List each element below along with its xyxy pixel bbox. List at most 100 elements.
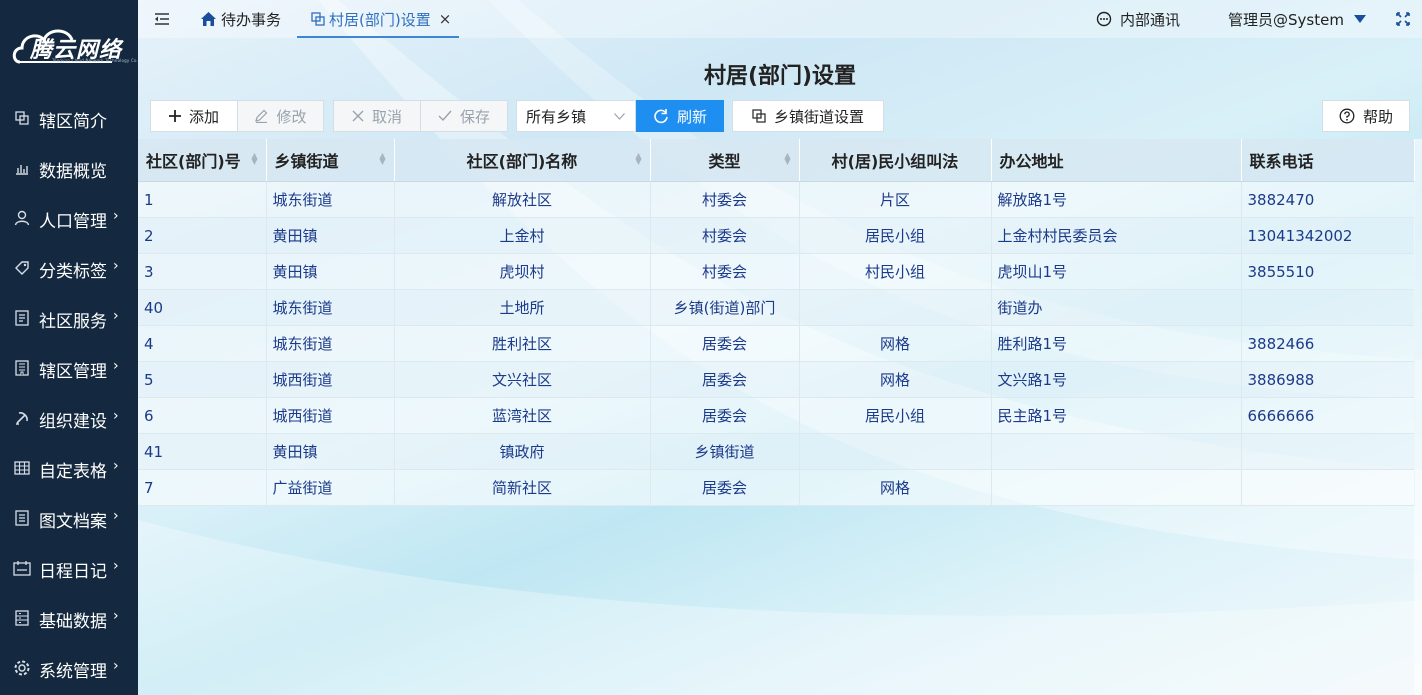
table-cell[interactable]: 虎坝村 [394,253,651,290]
sidebar-item-10[interactable]: 基础数据 › [0,599,138,639]
sidebar-item-5[interactable]: 辖区管理 › [0,349,138,389]
table-cell[interactable]: 居委会 [650,361,800,398]
table-cell[interactable]: 解放社区 [394,181,651,218]
tab-todo[interactable]: 待办事务 [200,0,281,38]
table-cell[interactable]: 简新社区 [394,469,651,506]
table-cell[interactable]: 乡镇街道 [650,433,800,470]
column-header-address[interactable]: 办公地址 [991,139,1242,182]
table-cell[interactable]: 民主路1号 [991,397,1242,434]
table-cell[interactable]: 黄田镇 [266,433,395,470]
table-cell[interactable]: 城西街道 [266,397,395,434]
table-cell[interactable]: 城东街道 [266,289,395,326]
table-cell[interactable]: 文兴社区 [394,361,651,398]
table-cell[interactable]: 7 [138,469,267,506]
fullscreen-button[interactable] [1396,0,1410,38]
table-cell[interactable]: 居委会 [650,325,800,362]
table-cell[interactable]: 解放路1号 [991,181,1242,218]
table-row[interactable]: 41 黄田镇 镇政府 乡镇街道 [138,433,1415,470]
sidebar-item-11[interactable]: 系统管理 › [0,649,138,689]
table-cell[interactable]: 黄田镇 [266,217,395,254]
table-cell[interactable]: 街道办 [991,289,1242,326]
sidebar-item-6[interactable]: 组织建设 › [0,399,138,439]
save-button[interactable]: 保存 [420,100,508,132]
tab-close-icon[interactable]: × [439,10,452,28]
table-cell[interactable]: 6 [138,397,267,434]
table-cell[interactable] [991,469,1242,506]
table-cell[interactable] [799,289,992,326]
town-settings-button[interactable]: 乡镇街道设置 [732,100,884,132]
edit-button[interactable]: 修改 [237,100,324,132]
table-cell[interactable]: 13041342002 [1241,217,1415,254]
table-cell[interactable]: 村委会 [650,253,800,290]
table-cell[interactable]: 胜利路1号 [991,325,1242,362]
table-cell[interactable]: 镇政府 [394,433,651,470]
table-cell[interactable]: 居民小组 [799,217,992,254]
table-cell[interactable]: 居委会 [650,469,800,506]
column-header-town[interactable]: 乡镇街道 ▲ ▼ [266,139,395,182]
table-cell[interactable]: 城东街道 [266,325,395,362]
sidebar-item-9[interactable]: 日程日记 › [0,549,138,589]
table-cell[interactable]: 文兴路1号 [991,361,1242,398]
table-cell[interactable] [1241,469,1415,506]
table-cell[interactable] [799,433,992,470]
table-cell[interactable]: 1 [138,181,267,218]
table-row[interactable]: 4 城东街道 胜利社区 居委会 网格 胜利路1号 3882466 [138,325,1415,362]
table-cell[interactable]: 网格 [799,325,992,362]
column-header-group-name[interactable]: 村(居)民小组叫法 [799,139,992,182]
sort-icon[interactable]: ▲ ▼ [379,152,385,166]
help-button[interactable]: 帮助 [1322,100,1410,132]
sidebar-item-4[interactable]: 社区服务 › [0,299,138,339]
table-row[interactable]: 40 城东街道 土地所 乡镇(街道)部门 街道办 [138,289,1415,326]
messages-button[interactable]: 内部通讯 [1096,0,1180,38]
table-cell[interactable]: 41 [138,433,267,470]
table-cell[interactable]: 胜利社区 [394,325,651,362]
table-row[interactable]: 1 城东街道 解放社区 村委会 片区 解放路1号 3882470 [138,181,1415,218]
table-row[interactable]: 5 城西街道 文兴社区 居委会 网格 文兴路1号 3886988 [138,361,1415,398]
town-filter-select[interactable]: 所有乡镇 [516,100,636,132]
table-cell[interactable]: 广益街道 [266,469,395,506]
refresh-button[interactable]: 刷新 [636,100,724,132]
table-cell[interactable]: 村民小组 [799,253,992,290]
table-cell[interactable]: 3882470 [1241,181,1415,218]
table-cell[interactable]: 网格 [799,361,992,398]
table-row[interactable]: 7 广益街道 简新社区 居委会 网格 [138,469,1415,506]
sort-icon[interactable]: ▲ ▼ [784,152,790,166]
sidebar-toggle-button[interactable] [154,0,170,38]
table-cell[interactable]: 黄田镇 [266,253,395,290]
table-cell[interactable]: 6666666 [1241,397,1415,434]
vertical-scrollbar[interactable] [1414,139,1422,695]
table-cell[interactable]: 网格 [799,469,992,506]
table-cell[interactable]: 片区 [799,181,992,218]
table-cell[interactable]: 3882466 [1241,325,1415,362]
user-menu[interactable]: 管理员@System [1228,0,1366,38]
table-cell[interactable] [1241,289,1415,326]
column-header-id[interactable]: 社区(部门)号 ▲ ▼ [138,139,267,182]
table-cell[interactable]: 5 [138,361,267,398]
sidebar-item-1[interactable]: 数据概览 [0,149,138,189]
table-cell[interactable]: 村委会 [650,181,800,218]
sidebar-item-7[interactable]: 自定表格 › [0,449,138,489]
table-cell[interactable]: 土地所 [394,289,651,326]
sidebar-item-8[interactable]: 图文档案 › [0,499,138,539]
tab-village-settings[interactable]: 村居(部门)设置 × [311,0,451,38]
table-cell[interactable]: 居委会 [650,397,800,434]
table-cell[interactable]: 城西街道 [266,361,395,398]
table-cell[interactable]: 居民小组 [799,397,992,434]
sidebar-item-3[interactable]: 分类标签 › [0,249,138,289]
column-header-type[interactable]: 类型 ▲ ▼ [650,139,800,182]
sort-icon[interactable]: ▲ ▼ [635,152,641,166]
table-row[interactable]: 2 黄田镇 上金村 村委会 居民小组 上金村村民委员会 13041342002 [138,217,1415,254]
table-cell[interactable] [1241,433,1415,470]
column-header-name[interactable]: 社区(部门)名称 ▲ ▼ [394,139,651,182]
table-cell[interactable]: 村委会 [650,217,800,254]
sidebar-item-2[interactable]: 人口管理 › [0,199,138,239]
table-cell[interactable]: 3855510 [1241,253,1415,290]
table-cell[interactable]: 3886988 [1241,361,1415,398]
table-cell[interactable]: 上金村村民委员会 [991,217,1242,254]
table-cell[interactable]: 2 [138,217,267,254]
column-header-phone[interactable]: 联系电话 [1241,139,1415,182]
table-cell[interactable]: 乡镇(街道)部门 [650,289,800,326]
sidebar-item-0[interactable]: 辖区简介 [0,99,138,139]
add-button[interactable]: 添加 [150,100,238,132]
table-row[interactable]: 6 城西街道 蓝湾社区 居委会 居民小组 民主路1号 6666666 [138,397,1415,434]
